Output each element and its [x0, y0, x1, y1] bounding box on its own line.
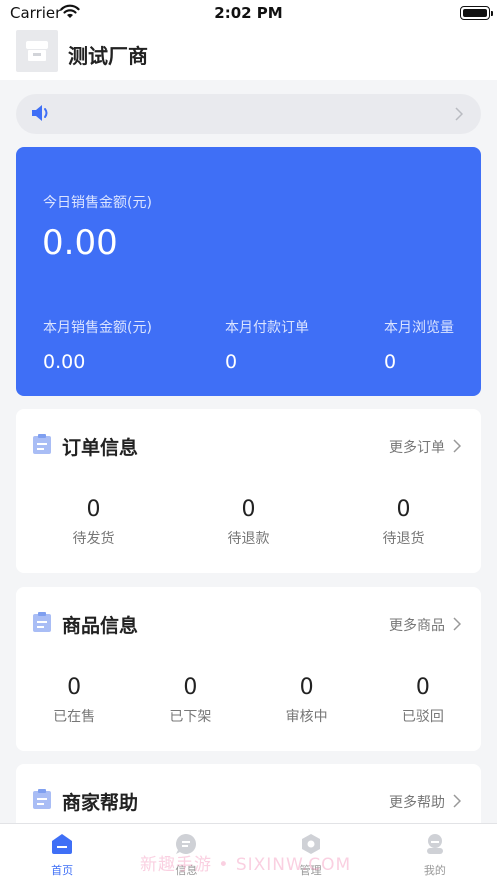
- speaker-icon: [30, 103, 52, 127]
- pending-refund-stat[interactable]: 0 待退款: [171, 497, 326, 548]
- stat-label: 待退款: [227, 531, 270, 547]
- notice-bar[interactable]: [16, 94, 481, 134]
- more-products-link[interactable]: 更多商品: [389, 615, 445, 635]
- products-section: 商品信息 更多商品 0 已在售 0 已下架 0 审核中 0 已驳回: [16, 587, 481, 751]
- stat-value: 0: [299, 675, 314, 700]
- delisted-stat[interactable]: 0 已下架: [132, 675, 248, 726]
- stat-label: 审核中: [285, 709, 328, 725]
- stat-label: 已驳回: [401, 709, 444, 725]
- month-sales-value: 0.00: [43, 351, 86, 373]
- clipboard-icon: [32, 433, 52, 459]
- chevron-right-icon[interactable]: [453, 793, 462, 812]
- chevron-right-icon[interactable]: [453, 438, 462, 457]
- battery-icon: [460, 6, 493, 20]
- home-icon: [50, 833, 74, 859]
- more-orders-link[interactable]: 更多订单: [389, 437, 445, 457]
- on-sale-stat[interactable]: 0 已在售: [16, 675, 132, 726]
- orders-title: 订单信息: [62, 437, 139, 459]
- merchant-name: 测试厂商: [68, 44, 148, 68]
- under-review-stat[interactable]: 0 审核中: [249, 675, 365, 726]
- month-orders-stat: 本月付款订单 0: [225, 317, 309, 373]
- rejected-stat[interactable]: 0 已驳回: [365, 675, 481, 726]
- stat-value: 0: [183, 675, 198, 700]
- stat-label: 已下架: [169, 709, 212, 725]
- month-sales-label: 本月销售金额(元): [43, 320, 152, 336]
- profile-icon: [423, 833, 447, 859]
- header: 测试厂商: [0, 26, 497, 80]
- chevron-right-icon[interactable]: [453, 616, 462, 635]
- pending-shipment-stat[interactable]: 0 待发货: [16, 497, 171, 548]
- orders-header: 订单信息 更多订单: [16, 409, 481, 479]
- month-views-label: 本月浏览量: [384, 320, 454, 336]
- orders-section: 订单信息 更多订单 0 待发货 0 待退款 0 待退货: [16, 409, 481, 573]
- month-views-value: 0: [384, 351, 397, 373]
- tab-label: 首页: [51, 864, 74, 877]
- stat-value: 0: [67, 675, 82, 700]
- month-views-stat: 本月浏览量 0: [384, 317, 454, 373]
- store-icon[interactable]: [16, 30, 58, 72]
- tab-profile[interactable]: 我的: [373, 824, 497, 883]
- more-help-link[interactable]: 更多帮助: [389, 792, 445, 812]
- stat-value: 0: [241, 497, 256, 522]
- products-stats: 0 已在售 0 已下架 0 审核中 0 已驳回: [16, 675, 481, 726]
- status-time: 2:02 PM: [214, 4, 283, 22]
- tab-label: 我的: [423, 864, 446, 877]
- orders-stats: 0 待发货 0 待退款 0 待退货: [16, 497, 481, 548]
- today-sales-label: 今日销售金额(元): [43, 195, 152, 211]
- stat-value: 0: [396, 497, 411, 522]
- chevron-right-icon: [455, 106, 464, 125]
- stat-value: 0: [415, 675, 430, 700]
- month-sales-stat: 本月销售金额(元) 0.00: [43, 317, 152, 373]
- help-title: 商家帮助: [62, 792, 139, 814]
- clipboard-icon: [32, 611, 52, 637]
- stat-label: 待发货: [72, 531, 115, 547]
- pending-return-stat[interactable]: 0 待退货: [326, 497, 481, 548]
- clipboard-icon: [32, 788, 52, 814]
- tab-home[interactable]: 首页: [0, 824, 124, 883]
- products-header: 商品信息 更多商品: [16, 587, 481, 657]
- watermark: 新趣手游 • SIXINW.COM: [140, 855, 352, 875]
- stat-value: 0: [86, 497, 101, 522]
- month-orders-value: 0: [225, 351, 238, 373]
- month-orders-label: 本月付款订单: [225, 320, 309, 336]
- sales-summary-card: 今日销售金额(元) 0.00 本月销售金额(元) 0.00 本月付款订单 0 本…: [16, 147, 481, 396]
- stat-label: 已在售: [53, 709, 96, 725]
- stat-label: 待退货: [382, 531, 425, 547]
- products-title: 商品信息: [62, 615, 139, 637]
- status-bar: Carrier 2:02 PM: [0, 0, 497, 26]
- today-sales-value: 0.00: [42, 223, 118, 263]
